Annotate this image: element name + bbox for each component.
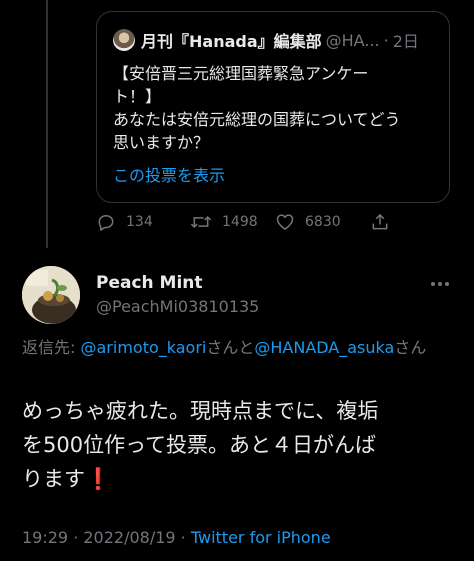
meta-separator: · xyxy=(68,528,84,547)
reply-context: 返信先: @arimoto_kaoriさんと@HANADA_asukaさん xyxy=(22,336,452,360)
quoted-author-name[interactable]: 月刊『Hanada』編集部 xyxy=(141,28,322,52)
mention-link[interactable]: @HANADA_asuka xyxy=(254,338,394,357)
quoted-text-line: 思いますか？ xyxy=(113,133,210,152)
quoted-text-line: あなたは安倍元総理の国葬についてどう xyxy=(113,110,401,129)
thread-connector-line xyxy=(46,0,48,248)
tweet-source-link[interactable]: Twitter for iPhone xyxy=(191,528,331,547)
tweet-meta: 19:29 · 2022/08/19 · Twitter for iPhone xyxy=(22,528,331,547)
quoted-author-avatar[interactable] xyxy=(113,29,135,51)
share-icon xyxy=(372,213,388,230)
reply-prefix: 返信先: xyxy=(22,338,81,357)
author-avatar[interactable] xyxy=(22,266,80,324)
exclamation-emoji: ❗ xyxy=(85,467,112,491)
more-icon[interactable] xyxy=(429,276,451,292)
tweet-time[interactable]: 19:29 xyxy=(22,528,68,547)
reply-and: さんと xyxy=(206,338,255,357)
author-name[interactable]: Peach Mint xyxy=(96,273,203,293)
mention-link[interactable]: @arimoto_kaori xyxy=(80,338,206,357)
share-button[interactable] xyxy=(370,212,400,232)
reply-icon xyxy=(98,215,114,231)
quoted-text-line: 【安倍晋三元総理国葬緊急アンケー xyxy=(113,64,369,83)
show-poll-link[interactable]: この投票を表示 xyxy=(113,162,225,186)
author-handle[interactable]: @PeachMi03810135 xyxy=(96,297,259,316)
tweet-text-line: ります❗ xyxy=(22,462,462,496)
tweet-text-line: めっちゃ疲れた。現時点までに、複垢 xyxy=(22,399,379,423)
tweet-date[interactable]: 2022/08/19 xyxy=(83,528,175,547)
like-count: 6830 xyxy=(305,214,341,230)
tweet-action-bar: 134 1498 6830 xyxy=(96,212,396,236)
tweet-text: めっちゃ疲れた。現時点までに、複垢 を500位作って投票。あと４日がんば ります… xyxy=(22,394,462,496)
quoted-separator-dot: · xyxy=(383,30,389,50)
reply-button[interactable]: 134 xyxy=(96,212,153,232)
avatar-image xyxy=(22,266,80,324)
quoted-tweet-text: 【安倍晋三元総理国葬緊急アンケー ト！】 あなたは安倍元総理の国葬についてどう … xyxy=(113,62,439,154)
quoted-text-line: ト！】 xyxy=(113,87,162,106)
retweet-count: 1498 xyxy=(222,214,258,230)
heart-icon xyxy=(276,214,294,230)
retweet-icon xyxy=(190,215,212,229)
like-button[interactable]: 6830 xyxy=(275,212,341,232)
reply-suffix: さん xyxy=(394,338,427,357)
tweet-text-line-content: ります xyxy=(22,467,85,491)
quoted-tweet-time[interactable]: 2日 xyxy=(393,28,419,52)
quoted-tweet-card[interactable]: 月刊『Hanada』編集部 @HA... · 2日 【安倍晋三元総理国葬緊急アン… xyxy=(96,11,450,203)
quoted-tweet-header: 月刊『Hanada』編集部 @HA... · 2日 xyxy=(113,28,419,52)
retweet-button[interactable]: 1498 xyxy=(190,212,258,232)
source-separator: · xyxy=(175,528,191,547)
tweet-text-line: を500位作って投票。あと４日がんば xyxy=(22,433,377,457)
quoted-author-handle: @HA... xyxy=(325,30,380,50)
reply-count: 134 xyxy=(126,214,153,230)
